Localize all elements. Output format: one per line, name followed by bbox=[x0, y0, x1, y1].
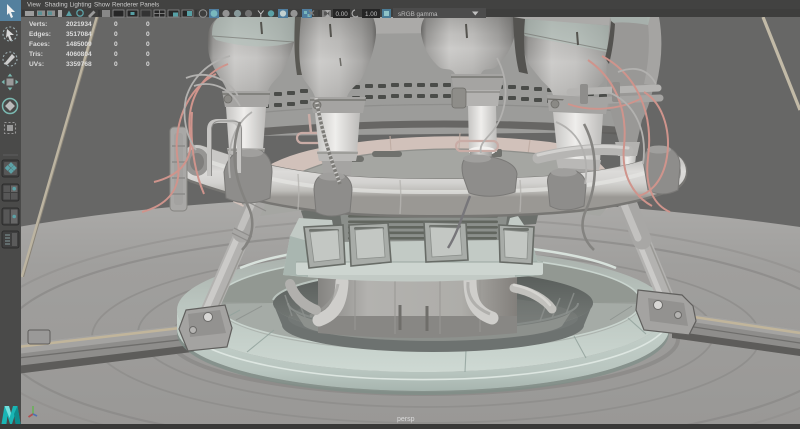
svg-text:3517084: 3517084 bbox=[66, 31, 92, 38]
svg-text:Lighting: Lighting bbox=[70, 2, 93, 9]
svg-text:Tris:: Tris: bbox=[29, 51, 43, 58]
svg-text:Renderer: Renderer bbox=[112, 2, 138, 9]
svg-text:0: 0 bbox=[114, 61, 118, 68]
svg-text:Show: Show bbox=[94, 2, 110, 9]
svg-text:Shading: Shading bbox=[45, 2, 69, 9]
svg-text:1485009: 1485009 bbox=[66, 41, 92, 48]
svg-text:0: 0 bbox=[146, 21, 150, 28]
svg-text:0: 0 bbox=[146, 41, 150, 48]
svg-text:0.00: 0.00 bbox=[336, 11, 349, 18]
svg-text:Faces:: Faces: bbox=[29, 41, 50, 48]
svg-text:Panels: Panels bbox=[140, 2, 159, 9]
svg-text:UVs:: UVs: bbox=[29, 61, 44, 68]
svg-text:Verts:: Verts: bbox=[29, 21, 47, 28]
svg-text:0: 0 bbox=[146, 51, 150, 58]
svg-text:1.00: 1.00 bbox=[365, 11, 378, 18]
svg-text:0: 0 bbox=[114, 51, 118, 58]
svg-text:sRGB gamma: sRGB gamma bbox=[398, 11, 438, 18]
svg-text:4060804: 4060804 bbox=[66, 51, 92, 58]
svg-text:0: 0 bbox=[114, 41, 118, 48]
svg-text:View: View bbox=[27, 2, 41, 9]
svg-text:0: 0 bbox=[114, 31, 118, 38]
svg-text:persp: persp bbox=[397, 416, 415, 423]
svg-text:3359768: 3359768 bbox=[66, 61, 92, 68]
svg-text:Edges:: Edges: bbox=[29, 31, 51, 38]
svg-text:0: 0 bbox=[114, 21, 118, 28]
svg-text:0: 0 bbox=[146, 61, 150, 68]
svg-text:2021934: 2021934 bbox=[66, 21, 92, 28]
svg-text:0: 0 bbox=[146, 31, 150, 38]
